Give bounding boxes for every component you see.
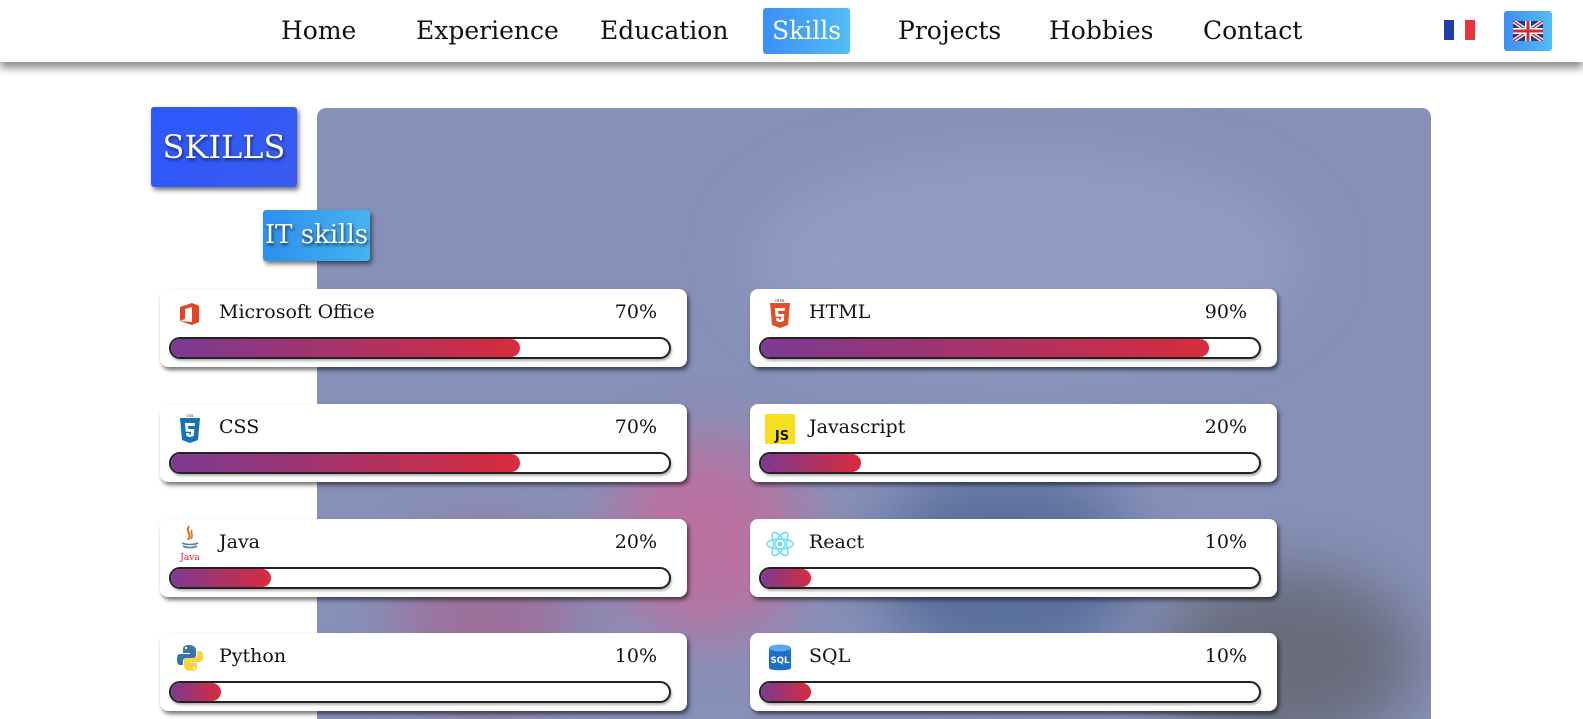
skill-name: HTML [809,301,871,323]
java-icon: Java [174,524,205,563]
skill-card: HTML HTML 90% [750,289,1277,367]
skill-card: SQL SQL 10% [750,633,1277,711]
skill-progress-fill [761,683,811,701]
flag-uk-icon [1513,21,1543,41]
nav-projects[interactable]: Projects [889,8,1010,54]
language-en-button[interactable] [1504,11,1552,51]
skill-progress-fill [171,569,271,587]
skill-card: Java Java 20% [160,519,687,597]
skill-percent: 10% [614,645,657,667]
skill-progress-bar [169,567,671,589]
skill-progress-bar [169,337,671,359]
skill-name: Java [219,531,261,553]
skill-percent: 70% [614,416,657,438]
skill-card: Microsoft Office 70% [160,289,687,367]
skill-progress-fill [761,339,1210,357]
svg-text:Java: Java [179,553,200,563]
nav-skills[interactable]: Skills [763,8,851,54]
skill-name: Python [219,645,287,667]
skill-percent: 90% [1204,301,1247,323]
skill-progress-bar [169,681,671,703]
html5-icon: HTML [764,298,795,329]
skill-percent: 20% [1204,416,1247,438]
nav-contact[interactable]: Contact [1194,8,1311,54]
skill-progress-fill [171,683,221,701]
skill-progress-bar [759,681,1261,703]
react-icon [764,528,795,559]
skill-name: SQL [809,645,851,667]
skill-percent: 10% [1204,645,1247,667]
skill-card: CSS CSS 70% [160,404,687,482]
nav-experience[interactable]: Experience [407,8,568,54]
skill-progress-fill [171,454,520,472]
sql-icon: SQL [764,642,795,673]
css3-icon: CSS [174,413,205,444]
skill-card: React 10% [750,519,1277,597]
skill-name: React [809,531,865,553]
skill-progress-fill [171,339,520,357]
flag-fr-icon[interactable] [1444,20,1475,40]
nav-education[interactable]: Education [591,8,737,54]
skill-progress-bar [759,567,1261,589]
skill-percent: 10% [1204,531,1247,553]
microsoft-office-icon [174,298,205,329]
skill-percent: 20% [614,531,657,553]
skill-progress-fill [761,569,811,587]
python-icon [174,642,205,673]
skill-percent: 70% [614,301,657,323]
nav-home[interactable]: Home [272,8,365,54]
skill-progress-bar [759,452,1261,474]
skill-name: Microsoft Office [219,301,375,323]
skill-progress-bar [759,337,1261,359]
skill-progress-fill [761,454,861,472]
skill-name: Javascript [809,416,906,438]
skill-card: Python 10% [160,633,687,711]
section-title: SKILLS [151,107,297,187]
svg-text:CSS: CSS [186,414,194,418]
main-nav: Home Experience Education Skills Project… [0,0,1583,62]
top-navbar: Home Experience Education Skills Project… [0,0,1583,62]
nav-hobbies[interactable]: Hobbies [1040,8,1162,54]
skill-card: JS Javascript 20% [750,404,1277,482]
skill-name: CSS [219,416,260,438]
svg-text:SQL: SQL [770,656,789,666]
it-skills-heading: IT skills [263,210,370,261]
svg-text:JS: JS [773,429,788,444]
svg-text:HTML: HTML [775,299,785,303]
skill-progress-bar [169,452,671,474]
javascript-icon: JS [764,413,795,444]
